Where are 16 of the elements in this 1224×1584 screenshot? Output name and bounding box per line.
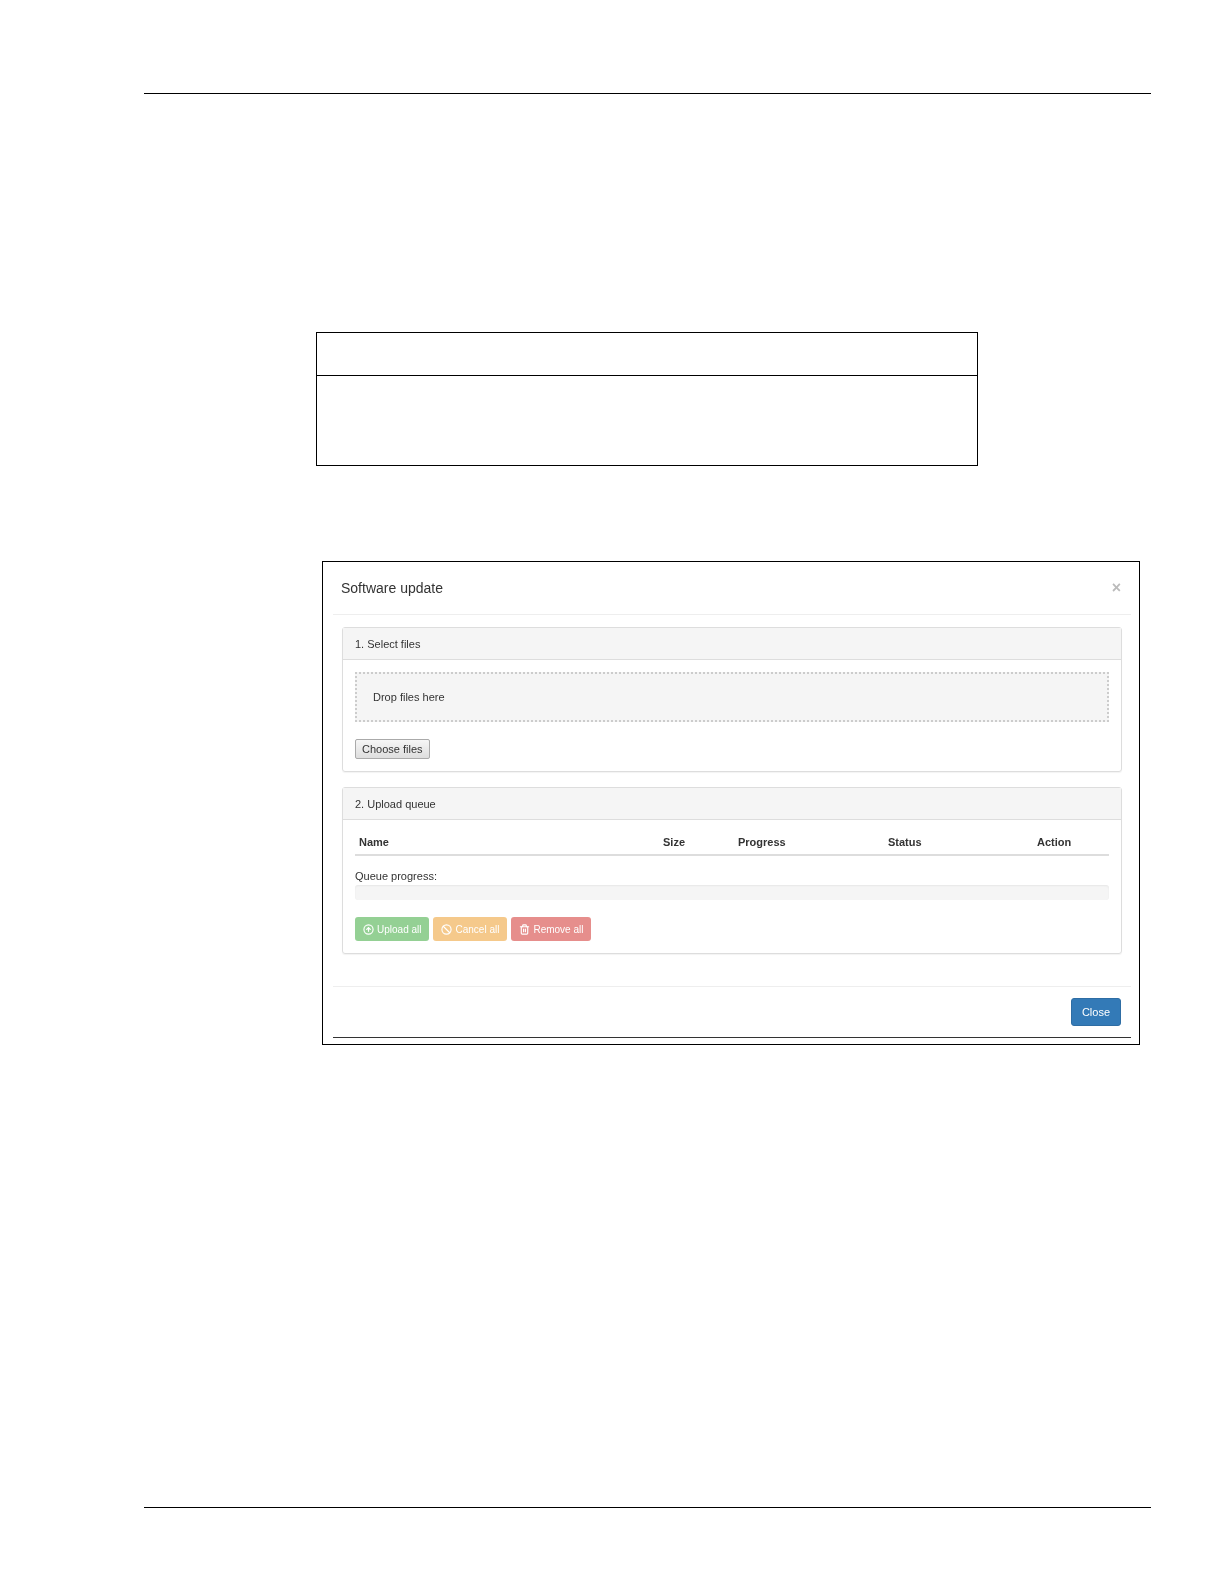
column-header: Progress bbox=[738, 836, 787, 848]
choose-files-button[interactable]: Choose files bbox=[355, 739, 430, 759]
panel-title: 2. Upload queue bbox=[343, 788, 1121, 820]
trash-icon bbox=[519, 923, 531, 935]
close-dialog-button[interactable]: Close bbox=[1070, 998, 1121, 1026]
column-header: Name bbox=[359, 836, 390, 848]
dialog-title: Software update bbox=[341, 580, 443, 596]
column-header: Status bbox=[888, 836, 923, 848]
queue-progress-label: Queue progress: bbox=[355, 870, 437, 882]
arrow-circle-icon bbox=[363, 923, 374, 935]
panel-title: 1. Select files bbox=[343, 628, 1121, 660]
drop-zone[interactable]: Drop files here bbox=[355, 672, 1109, 722]
close-button[interactable]: × bbox=[1111, 579, 1121, 597]
column-header: Action bbox=[1037, 836, 1073, 848]
ban-icon bbox=[441, 923, 453, 935]
column-header: Size bbox=[663, 836, 686, 848]
